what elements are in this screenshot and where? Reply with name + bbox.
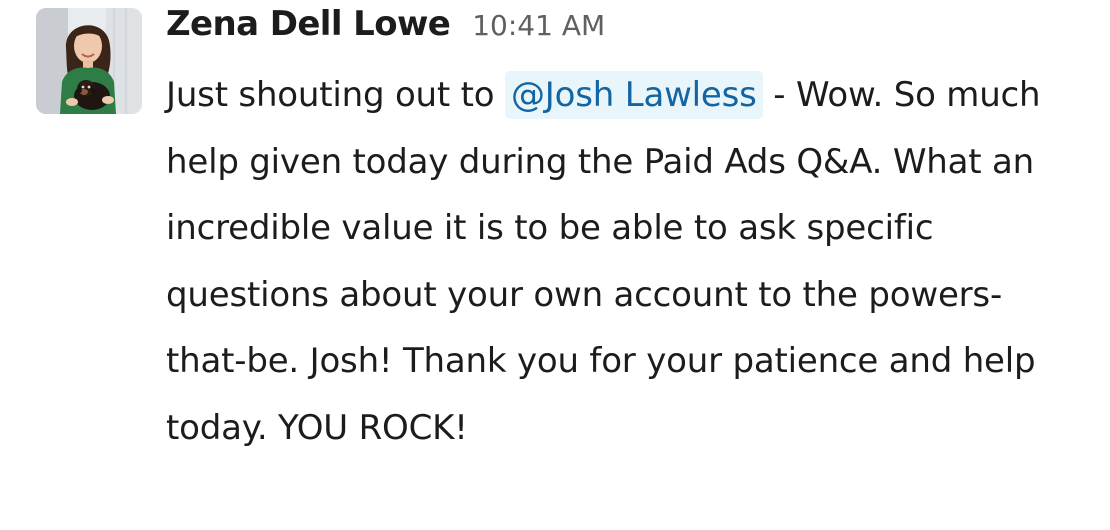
message-timestamp[interactable]: 10:41 AM (472, 9, 605, 42)
message-text-before-mention: Just shouting out to (166, 75, 505, 115)
avatar[interactable] (36, 8, 142, 114)
chat-message: Zena Dell Lowe 10:41 AM Just shouting ou… (0, 0, 1110, 530)
message-header: Zena Dell Lowe 10:41 AM (166, 4, 605, 60)
user-mention[interactable]: @Josh Lawless (505, 71, 763, 119)
author-name[interactable]: Zena Dell Lowe (166, 4, 451, 44)
message-text-after-mention: - Wow. So much help given today during t… (166, 75, 1041, 448)
message-body: Just shouting out to @Josh Lawless - Wow… (166, 62, 1076, 462)
user-avatar-icon (36, 8, 142, 114)
